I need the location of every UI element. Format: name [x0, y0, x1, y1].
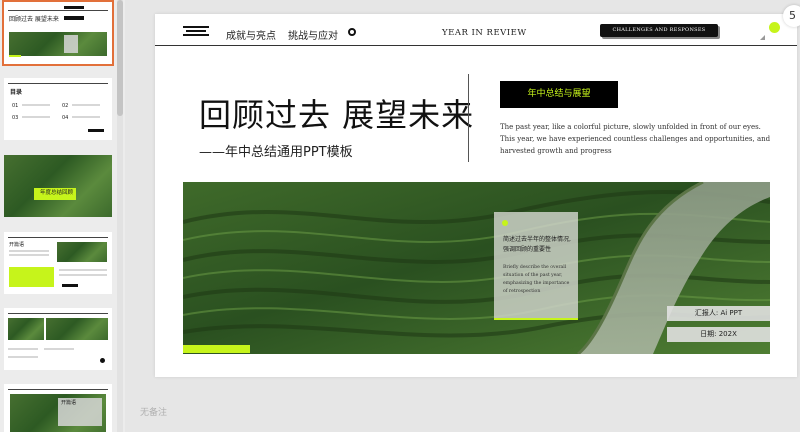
scrollbar-thumb[interactable] [117, 0, 123, 116]
thumbnail-scrollbar[interactable] [117, 0, 123, 432]
ring-icon [348, 28, 356, 36]
notes-placeholder[interactable]: 无备注 [140, 405, 167, 418]
slide-description: The past year, like a colorful picture, … [500, 123, 771, 155]
nav-challenges[interactable]: 挑战与应对 [288, 27, 338, 42]
thumbnail-label: 开篇语 [9, 242, 25, 248]
card-english-text: Briefly describe the overall situation o… [503, 265, 570, 294]
accent-bar [183, 345, 250, 353]
year-in-review-label: YEAR IN REVIEW [442, 28, 527, 38]
card-chinese-text: 简述过去半年的整体情况,强调回顾的重要性 [503, 236, 571, 253]
thumbnail-label: 年度总结回顾 [40, 190, 74, 196]
thumbnail-image [46, 318, 108, 340]
lime-circle-icon [769, 22, 780, 33]
slide-header-bar: 成就与亮点 挑战与应对 YEAR IN REVIEW CHALLENGES AN… [155, 14, 797, 46]
thumbnail-title: 回顾过去 展望未来 [9, 16, 59, 23]
page-count-badge[interactable]: 5 [783, 5, 800, 27]
thumbnail-title: 目录 [10, 89, 23, 96]
slide-canvas[interactable]: 成就与亮点 挑战与应对 YEAR IN REVIEW CHALLENGES AN… [155, 14, 797, 377]
lime-dot-icon [502, 220, 508, 226]
thumbnail-label: 开篇语 [61, 400, 77, 406]
thumbnail-image [4, 155, 112, 217]
date-label: 日期: 202X [667, 327, 770, 342]
slide-subtitle: ——年中总结通用PPT模板 [199, 145, 353, 160]
thumbnail-image [9, 32, 107, 56]
slide-thumbnail-panel: 回顾过去 展望未来 目录 01 02 03 04 年度总结回顾 开篇语 开篇语 [0, 0, 125, 432]
vertical-divider [468, 74, 469, 162]
slide-thumbnail-5[interactable] [4, 308, 112, 370]
reporter-label: 汇报人: Ai PPT [667, 306, 770, 321]
thumbnail-image [8, 318, 44, 340]
slide-thumbnail-3[interactable]: 年度总结回顾 [4, 155, 112, 217]
slide-thumbnail-4[interactable]: 开篇语 [4, 232, 112, 294]
slide-thumbnail-2[interactable]: 目录 01 02 03 04 [4, 78, 112, 140]
resize-corner-icon[interactable] [760, 35, 765, 40]
slide-thumbnail-1[interactable]: 回顾过去 展望未来 [2, 0, 114, 66]
menu-stripes-icon [183, 26, 209, 37]
challenges-button[interactable]: CHALLENGES AND RESPONSES [600, 24, 718, 37]
slide-thumbnail-6[interactable]: 开篇语 [4, 384, 112, 432]
summary-card: 简述过去半年的整体情况,强调回顾的重要性 Briefly describe th… [494, 212, 578, 320]
summary-badge: 年中总结与展望 [500, 81, 618, 108]
nav-achievements[interactable]: 成就与亮点 [226, 27, 276, 42]
thumbnail-image [57, 242, 107, 262]
slide-title: 回顾过去 展望未来 [199, 96, 475, 134]
